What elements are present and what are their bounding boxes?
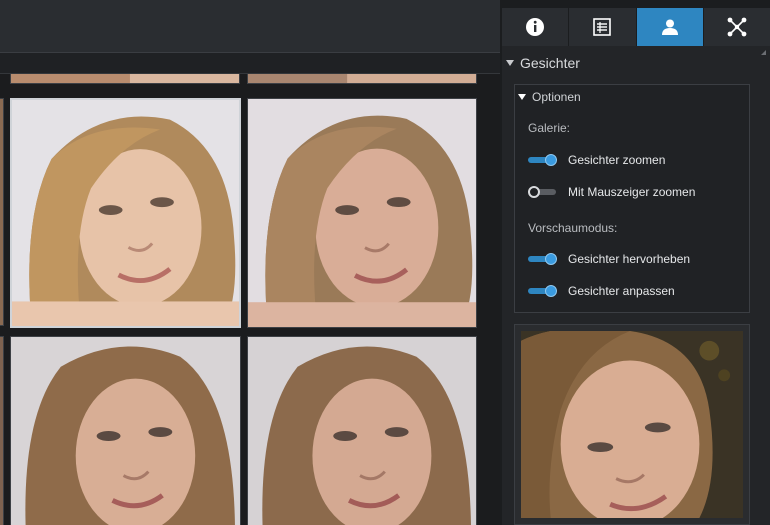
face-photo — [12, 100, 239, 326]
gallery-label: Galerie: — [528, 121, 571, 135]
photo-gallery — [0, 74, 500, 525]
gallery-thumbnail[interactable] — [0, 98, 4, 326]
zoom-faces-row[interactable]: Gesichter zoomen — [528, 153, 665, 167]
face-photo — [248, 337, 476, 525]
zoom-faces-toggle[interactable] — [528, 154, 558, 166]
preview-mode-label: Vorschaumodus: — [528, 221, 618, 235]
tab-faces[interactable] — [636, 8, 704, 46]
network-icon — [727, 17, 747, 37]
section-faces-header[interactable]: Gesichter — [506, 52, 580, 74]
gallery-thumbnail[interactable] — [247, 74, 477, 84]
mouse-zoom-toggle[interactable] — [528, 186, 558, 198]
filmstrip-header — [0, 53, 500, 74]
info-icon — [526, 18, 545, 36]
gallery-thumbnail[interactable] — [10, 336, 241, 525]
panel-tabs — [502, 8, 770, 46]
section-title: Gesichter — [520, 55, 580, 71]
face-photo — [248, 99, 476, 327]
list-icon — [593, 18, 612, 36]
mouse-zoom-label: Mit Mauszeiger zoomen — [568, 185, 696, 199]
highlight-faces-row[interactable]: Gesichter hervorheben — [528, 252, 690, 266]
options-header[interactable]: Optionen — [518, 90, 581, 104]
mouse-zoom-row[interactable]: Mit Mauszeiger zoomen — [528, 185, 695, 199]
zoom-faces-label: Gesichter zoomen — [568, 153, 666, 167]
fit-faces-label: Gesichter anpassen — [568, 284, 675, 298]
person-icon — [661, 19, 678, 35]
top-toolbar — [0, 0, 500, 53]
face-preview — [514, 324, 750, 525]
preview-photo — [521, 331, 743, 518]
highlight-faces-toggle[interactable] — [528, 253, 558, 265]
gallery-thumbnail[interactable] — [247, 336, 477, 525]
gallery-thumbnail-selected[interactable] — [10, 98, 241, 328]
fit-faces-row[interactable]: Gesichter anpassen — [528, 284, 675, 298]
collapse-triangle-icon — [506, 60, 514, 66]
face-photo — [11, 337, 240, 525]
collapse-triangle-icon — [518, 94, 526, 100]
tab-connections[interactable] — [704, 8, 770, 46]
highlight-faces-label: Gesichter hervorheben — [568, 252, 691, 266]
options-title: Optionen — [532, 90, 581, 104]
fit-faces-toggle[interactable] — [528, 285, 558, 297]
tab-info[interactable] — [502, 8, 570, 46]
tab-metadata[interactable] — [569, 8, 637, 46]
gallery-thumbnail[interactable] — [0, 336, 4, 525]
gallery-thumbnail[interactable] — [247, 98, 477, 328]
resize-corner-icon[interactable] — [761, 50, 766, 55]
gallery-thumbnail[interactable] — [10, 74, 240, 84]
